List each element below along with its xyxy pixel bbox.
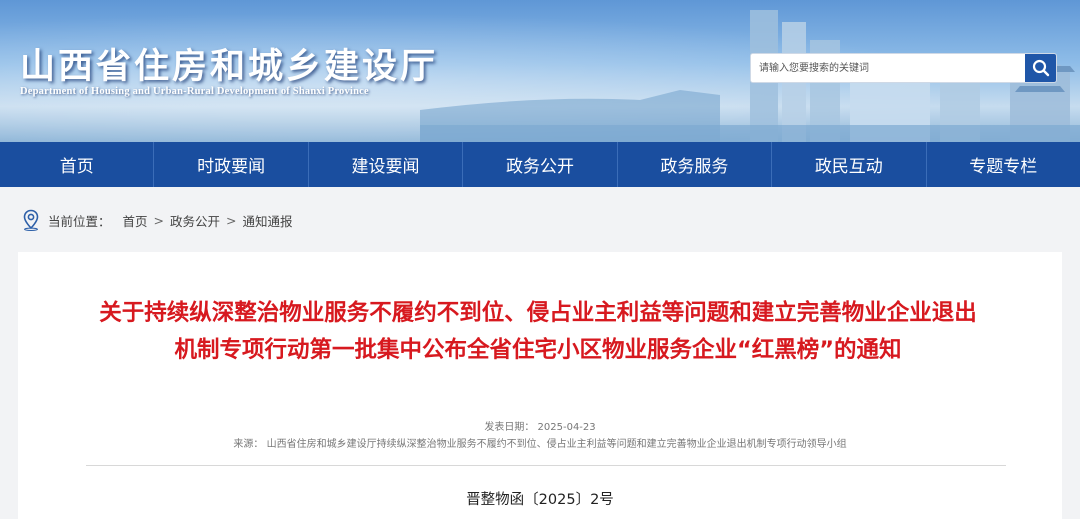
search-bar — [750, 53, 1057, 83]
search-button[interactable] — [1025, 54, 1056, 82]
article-title: 关于持续纵深整治物业服务不履约不到位、侵占业主利益等问题和建立完善物业企业退出机… — [99, 300, 977, 363]
site-subtitle: Department of Housing and Urban-Rural De… — [20, 86, 369, 97]
nav-item-current-affairs[interactable]: 时政要闻 — [154, 142, 309, 187]
header-banner: 山西省住房和城乡建设厅 Department of Housing and Ur… — [0, 0, 1080, 142]
divider — [86, 465, 1006, 466]
nav-item-home[interactable]: 首页 — [0, 142, 155, 187]
nav-item-special-topics[interactable]: 专题专栏 — [927, 142, 1080, 187]
site-title: 山西省住房和城乡建设厅 — [20, 46, 439, 87]
breadcrumb: 当前位置： 首页 > 政务公开 > 通知通报 — [22, 208, 293, 232]
search-icon — [1032, 59, 1049, 77]
breadcrumb-separator: > — [153, 212, 165, 228]
breadcrumb-link-home[interactable]: 首页 — [123, 211, 148, 230]
article-panel: 关于持续纵深整治物业服务不履约不到位、侵占业主利益等问题和建立完善物业企业退出机… — [18, 252, 1062, 519]
search-input[interactable] — [751, 54, 1028, 82]
breadcrumb-link-disclosure[interactable]: 政务公开 — [170, 211, 220, 230]
article-source: 来源： 山西省住房和城乡建设厅持续纵深整治物业服务不履约不到位、侵占业主利益等问… — [233, 439, 847, 450]
document-number: 晋整物函〔2025〕2号 — [466, 492, 614, 508]
breadcrumb-link-notices[interactable]: 通知通报 — [243, 211, 293, 230]
main-nav: 首页 时政要闻 建设要闻 政务公开 政务服务 政民互动 专题专栏 — [0, 142, 1080, 187]
nav-item-public-interaction[interactable]: 政民互动 — [772, 142, 927, 187]
breadcrumb-label: 当前位置： — [48, 213, 111, 229]
nav-item-government-disclosure[interactable]: 政务公开 — [463, 142, 618, 187]
nav-item-government-services[interactable]: 政务服务 — [618, 142, 773, 187]
breadcrumb-separator: > — [226, 212, 237, 228]
nav-item-construction-news[interactable]: 建设要闻 — [309, 142, 464, 187]
location-pin-icon — [23, 209, 39, 231]
article-date: 发表日期： 2025-04-23 — [484, 422, 596, 433]
